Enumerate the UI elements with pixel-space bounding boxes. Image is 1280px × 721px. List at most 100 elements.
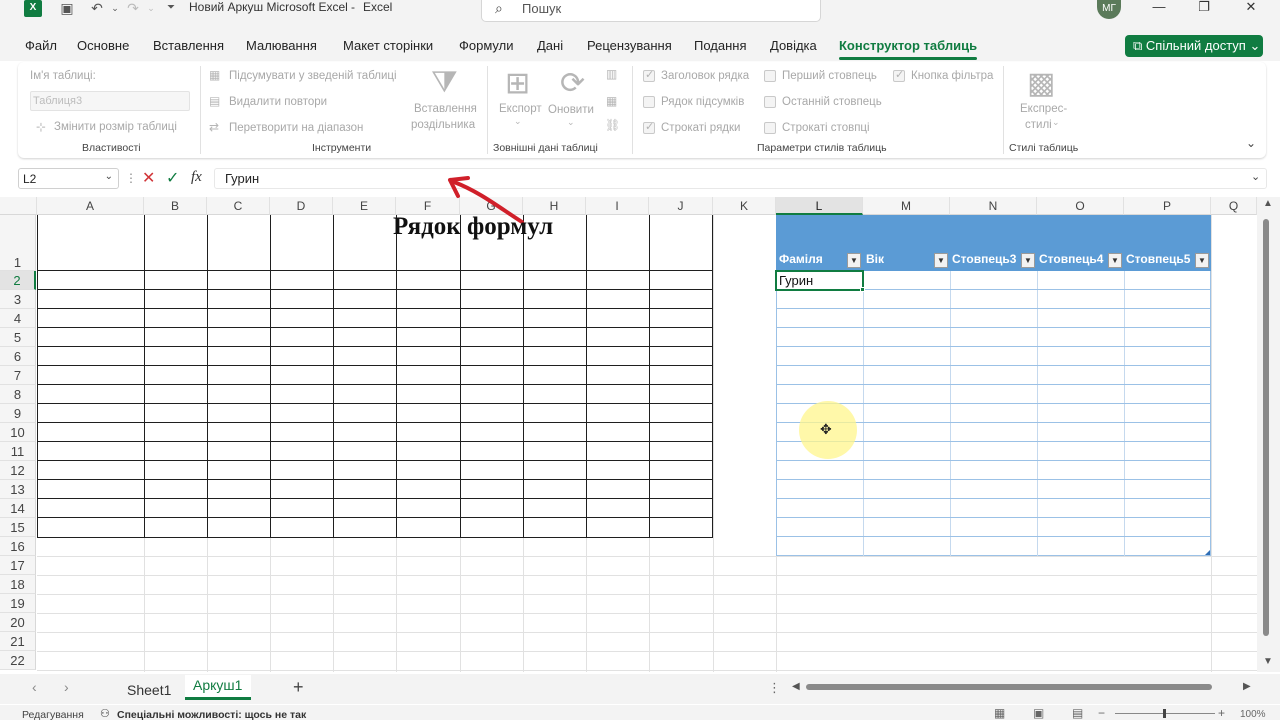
row-header[interactable]: 3 xyxy=(0,290,36,309)
collapse-ribbon-icon[interactable]: ⌄ xyxy=(1246,136,1256,150)
header-row-checkbox[interactable] xyxy=(643,68,655,82)
restore-icon[interactable]: ❐ xyxy=(1194,0,1214,16)
redo-icon[interactable]: ↷ xyxy=(124,0,142,18)
row-header[interactable]: 17 xyxy=(0,556,36,575)
save-icon[interactable]: ▣ xyxy=(58,0,76,18)
row-header[interactable]: 20 xyxy=(0,613,36,632)
insert-function-icon[interactable]: fx xyxy=(191,169,202,186)
quick-styles-label-1[interactable]: Експрес- xyxy=(1020,103,1067,115)
next-sheet-icon[interactable]: › xyxy=(64,679,69,695)
export-button[interactable]: Експорт xyxy=(499,103,542,115)
formula-input[interactable]: Гурин xyxy=(214,168,1267,189)
page-break-view-icon[interactable]: ▤ xyxy=(1072,706,1083,720)
column-header[interactable]: N xyxy=(950,197,1037,215)
undo-icon[interactable]: ↶ xyxy=(88,0,106,18)
row-header[interactable]: 6 xyxy=(0,347,36,366)
table-header-cell[interactable]: Фаміля xyxy=(779,252,823,266)
remove-duplicates-button[interactable]: Видалити повтори xyxy=(229,96,327,108)
table-resize-handle[interactable] xyxy=(1205,550,1210,555)
zoom-level[interactable]: 100% xyxy=(1240,709,1266,720)
sheet-tab[interactable]: Sheet1 xyxy=(127,682,171,698)
column-header[interactable]: A xyxy=(37,197,144,215)
column-header[interactable]: D xyxy=(270,197,333,215)
zoom-out-icon[interactable]: − xyxy=(1098,706,1105,720)
active-cell[interactable]: Гурин xyxy=(775,270,864,291)
filter-dropdown-icon[interactable]: ▼ xyxy=(934,253,948,268)
name-box[interactable]: L2 ⌄ xyxy=(18,168,119,189)
column-header[interactable]: K xyxy=(713,197,776,215)
column-header[interactable]: L xyxy=(776,197,863,215)
tab-formulas[interactable]: Формули xyxy=(459,38,514,53)
redo-dropdown-icon[interactable]: ⌄ xyxy=(142,0,160,18)
row-header[interactable]: 11 xyxy=(0,442,36,461)
row-header[interactable]: 21 xyxy=(0,632,36,651)
tab-data[interactable]: Дані xyxy=(537,38,563,53)
unlink-icon[interactable]: ⛓ xyxy=(605,118,620,132)
table-header-cell[interactable]: Стовпець5 xyxy=(1126,252,1190,266)
properties-icon[interactable]: ▥ xyxy=(606,67,617,81)
close-icon[interactable]: ✕ xyxy=(1241,0,1261,16)
resize-table-button[interactable]: Змінити розмір таблиці xyxy=(54,121,177,133)
vertical-scrollbar[interactable]: ▲ ▼ xyxy=(1257,197,1280,672)
scroll-left-icon[interactable]: ◀ xyxy=(792,681,800,692)
zoom-slider-thumb[interactable] xyxy=(1163,709,1166,718)
prev-sheet-icon[interactable]: ‹ xyxy=(32,679,37,695)
page-layout-view-icon[interactable]: ▣ xyxy=(1033,706,1044,720)
column-header[interactable]: E xyxy=(333,197,396,215)
tab-review[interactable]: Рецензування xyxy=(587,38,672,53)
tab-page-layout[interactable]: Макет сторінки xyxy=(343,38,433,53)
undo-dropdown-icon[interactable]: ⌄ xyxy=(106,0,124,18)
row-header[interactable]: 9 xyxy=(0,404,36,423)
table-header-cell[interactable]: Вік xyxy=(866,252,884,266)
accessibility-status[interactable]: Спеціальні можливості: щось не так xyxy=(117,709,306,721)
enter-icon[interactable]: ✓ xyxy=(166,168,179,188)
column-header[interactable]: M xyxy=(863,197,950,215)
row-header[interactable]: 18 xyxy=(0,575,36,594)
row-header[interactable]: 2 xyxy=(0,271,36,290)
avatar[interactable]: МГ xyxy=(1097,0,1121,19)
banded-columns-checkbox[interactable] xyxy=(764,122,776,134)
column-header[interactable]: P xyxy=(1124,197,1211,215)
accessibility-icon[interactable]: ⚇ xyxy=(100,707,110,720)
normal-view-icon[interactable]: ▦ xyxy=(994,706,1005,720)
zoom-in-icon[interactable]: + xyxy=(1218,706,1225,720)
first-column-checkbox[interactable] xyxy=(764,70,776,82)
cancel-icon[interactable]: ✕ xyxy=(142,168,155,188)
row-header[interactable]: 14 xyxy=(0,499,36,518)
last-column-checkbox[interactable] xyxy=(764,96,776,108)
tab-home[interactable]: Основне xyxy=(77,38,129,53)
scrollbar-thumb[interactable] xyxy=(1263,219,1269,636)
scroll-down-icon[interactable]: ▼ xyxy=(1263,656,1273,667)
table-header-cell[interactable]: Стовпець3 xyxy=(952,252,1016,266)
scroll-up-icon[interactable]: ▲ xyxy=(1263,198,1273,209)
row-header[interactable]: 15 xyxy=(0,518,36,537)
tab-draw[interactable]: Малювання xyxy=(246,38,317,53)
more-options-icon[interactable]: ⋮ xyxy=(125,171,137,185)
row-header[interactable]: 8 xyxy=(0,385,36,404)
select-all-corner[interactable] xyxy=(0,197,37,215)
row-header[interactable]: 22 xyxy=(0,651,36,670)
quick-styles-label-2[interactable]: стилі xyxy=(1025,119,1052,131)
filter-button-checkbox[interactable] xyxy=(893,68,905,82)
tab-insert[interactable]: Вставлення xyxy=(153,38,224,53)
column-header[interactable]: I xyxy=(586,197,649,215)
tab-file[interactable]: Файл xyxy=(25,38,57,53)
tab-view[interactable]: Подання xyxy=(694,38,747,53)
filter-dropdown-icon[interactable]: ▼ xyxy=(1195,253,1209,268)
total-row-checkbox[interactable] xyxy=(643,96,655,108)
row-header[interactable]: 4 xyxy=(0,309,36,328)
column-header[interactable]: J xyxy=(649,197,713,215)
row-header[interactable]: 5 xyxy=(0,328,36,347)
summarize-pivot-button[interactable]: Підсумувати у зведеній таблиці xyxy=(229,70,397,82)
row-header[interactable]: 12 xyxy=(0,461,36,480)
insert-slicer-label-1[interactable]: Вставлення xyxy=(414,103,477,115)
expand-formula-bar-icon[interactable]: ⌄ xyxy=(1251,170,1260,183)
filter-dropdown-icon[interactable]: ▼ xyxy=(1021,253,1035,268)
row-header[interactable]: 1 xyxy=(0,215,36,271)
column-header[interactable]: C xyxy=(207,197,270,215)
column-header[interactable]: O xyxy=(1037,197,1124,215)
search-box[interactable]: ⌕ Пошук xyxy=(481,0,821,22)
row-header[interactable]: 19 xyxy=(0,594,36,613)
active-sheet-tab[interactable]: Аркуш1 xyxy=(185,675,251,700)
column-header[interactable]: Q xyxy=(1211,197,1257,215)
